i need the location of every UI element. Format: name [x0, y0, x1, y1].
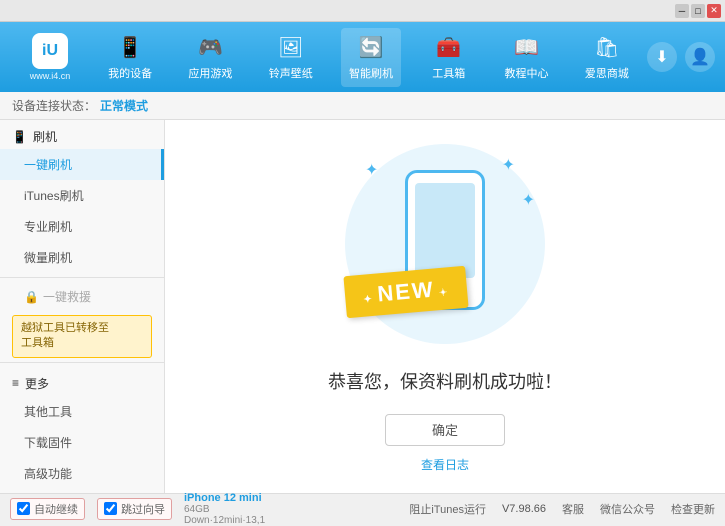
logo-url: www.i4.cn — [30, 71, 71, 81]
sidebar-section-more: ≡ 更多 — [0, 367, 164, 396]
sidebar-item-restore-flash[interactable]: 微量刷机 — [0, 242, 164, 273]
more-section-icon: ≡ — [12, 376, 19, 390]
lock-icon: 🔒 — [24, 290, 39, 304]
skip-wizard-label: 跳过向导 — [121, 501, 165, 517]
title-bar: ─ □ ✕ — [0, 0, 725, 22]
header-actions: ⬇ 👤 — [647, 42, 715, 72]
bottom-left: 自动继续 跳过向导 iPhone 12 mini 64GB Down·12min… — [10, 492, 409, 526]
maximize-button[interactable]: □ — [691, 4, 705, 18]
nav-toolbox[interactable]: 🧰 工具箱 — [421, 28, 476, 87]
sidebar-item-other-tools[interactable]: 其他工具 — [0, 396, 164, 427]
smart-flash-icon: 🔄 — [357, 34, 385, 62]
stop-itunes-link[interactable]: 阻止iTunes运行 — [409, 501, 486, 517]
auto-flash-checkbox[interactable] — [17, 502, 30, 515]
more-section-title: 更多 — [25, 375, 49, 392]
close-button[interactable]: ✕ — [707, 4, 721, 18]
account-button[interactable]: 👤 — [685, 42, 715, 72]
success-message: 恭喜您，保资料刷机成功啦！ — [328, 368, 562, 394]
content-area: ✦ ✦ ✦ NEW 恭喜您，保资料刷机成功啦！ 确定 查看日志 — [165, 120, 725, 493]
sidebar-note-jailbreak: 越狱工具已转移至工具箱 — [12, 315, 152, 358]
nav-store[interactable]: 🛍 爱思商城 — [577, 28, 637, 87]
download-button[interactable]: ⬇ — [647, 42, 677, 72]
nav-store-label: 爱思商城 — [585, 65, 629, 81]
sidebar-item-itunes-flash[interactable]: iTunes刷机 — [0, 180, 164, 211]
toolbox-icon: 🧰 — [435, 34, 463, 62]
main-layout: 📱 刷机 一键刷机 iTunes刷机 专业刷机 微量刷机 🔒 一键救援 越狱工具… — [0, 120, 725, 493]
logo-icon: iU — [32, 33, 68, 69]
sidebar-item-pro-flash[interactable]: 专业刷机 — [0, 211, 164, 242]
sidebar-item-one-click[interactable]: 一键刷机 — [0, 149, 164, 180]
sparkle-2: ✦ — [502, 155, 515, 175]
device-storage: 64GB — [184, 504, 265, 515]
sparkle-3: ✦ — [522, 190, 535, 210]
nav-tutorial-label: 教程中心 — [505, 65, 549, 81]
version-text: V7.98.66 — [502, 503, 546, 515]
confirm-button[interactable]: 确定 — [385, 414, 505, 446]
header: iU www.i4.cn 📱 我的设备 🎮 应用游戏 🖼 铃声壁纸 🔄 智能刷机… — [0, 22, 725, 92]
nav-apps-label: 应用游戏 — [188, 65, 232, 81]
nav-smart-flash-label: 智能刷机 — [349, 65, 393, 81]
skip-wizard-checkbox[interactable] — [104, 502, 117, 515]
phone-screen — [415, 183, 475, 278]
skip-wizard-group: 跳过向导 — [97, 498, 172, 520]
minimize-button[interactable]: ─ — [675, 4, 689, 18]
store-icon: 🛍 — [593, 34, 621, 62]
status-bar: 设备连接状态： 正常模式 — [0, 92, 725, 120]
tutorial-icon: 📖 — [513, 34, 541, 62]
sparkle-1: ✦ — [365, 160, 378, 180]
sidebar-divider-2 — [0, 362, 164, 363]
nav-my-device-label: 我的设备 — [108, 65, 152, 81]
sidebar-section-one-rescue: 🔒 一键救援 — [0, 282, 164, 311]
sidebar-item-advanced[interactable]: 高级功能 — [0, 458, 164, 489]
nav-ringtone-label: 铃声壁纸 — [269, 65, 313, 81]
device-firmware: Down·12mini·13,1 — [184, 515, 265, 526]
nav-smart-flash[interactable]: 🔄 智能刷机 — [341, 28, 401, 87]
check-update-link[interactable]: 检查更新 — [671, 501, 715, 517]
auto-flash-group: 自动继续 — [10, 498, 85, 520]
sidebar: 📱 刷机 一键刷机 iTunes刷机 专业刷机 微量刷机 🔒 一键救援 越狱工具… — [0, 120, 165, 493]
flash-section-icon: 📱 — [12, 130, 27, 144]
nav-ringtone[interactable]: 🖼 铃声壁纸 — [261, 28, 321, 87]
my-device-icon: 📱 — [116, 34, 144, 62]
logo-icon-text: iU — [42, 42, 58, 60]
logo[interactable]: iU www.i4.cn — [10, 33, 90, 81]
flash-section-title: 刷机 — [33, 128, 57, 145]
view-log-link[interactable]: 查看日志 — [421, 456, 469, 473]
bottom-right: 阻止iTunes运行 V7.98.66 客服 微信公众号 检查更新 — [409, 501, 715, 517]
wechat-link[interactable]: 微信公众号 — [600, 501, 655, 517]
status-label: 设备连接状态： — [12, 97, 96, 114]
sidebar-divider-1 — [0, 277, 164, 278]
customer-service-link[interactable]: 客服 — [562, 501, 584, 517]
apps-icon: 🎮 — [196, 34, 224, 62]
sidebar-item-download-firmware[interactable]: 下载固件 — [0, 427, 164, 458]
success-illustration: ✦ ✦ ✦ NEW — [335, 140, 555, 348]
auto-flash-label: 自动继续 — [34, 501, 78, 517]
device-info: iPhone 12 mini 64GB Down·12mini·13,1 — [184, 492, 265, 526]
nav-tutorial[interactable]: 📖 教程中心 — [497, 28, 557, 87]
nav-apps[interactable]: 🎮 应用游戏 — [180, 28, 240, 87]
status-value: 正常模式 — [100, 97, 148, 114]
ringtone-icon: 🖼 — [277, 34, 305, 62]
nav-toolbox-label: 工具箱 — [432, 65, 465, 81]
device-name: iPhone 12 mini — [184, 492, 265, 504]
nav-bar: 📱 我的设备 🎮 应用游戏 🖼 铃声壁纸 🔄 智能刷机 🧰 工具箱 📖 教程中心… — [90, 28, 647, 87]
bottom-bar: 自动继续 跳过向导 iPhone 12 mini 64GB Down·12min… — [0, 493, 725, 523]
nav-my-device[interactable]: 📱 我的设备 — [100, 28, 160, 87]
sidebar-section-flash: 📱 刷机 — [0, 120, 164, 149]
